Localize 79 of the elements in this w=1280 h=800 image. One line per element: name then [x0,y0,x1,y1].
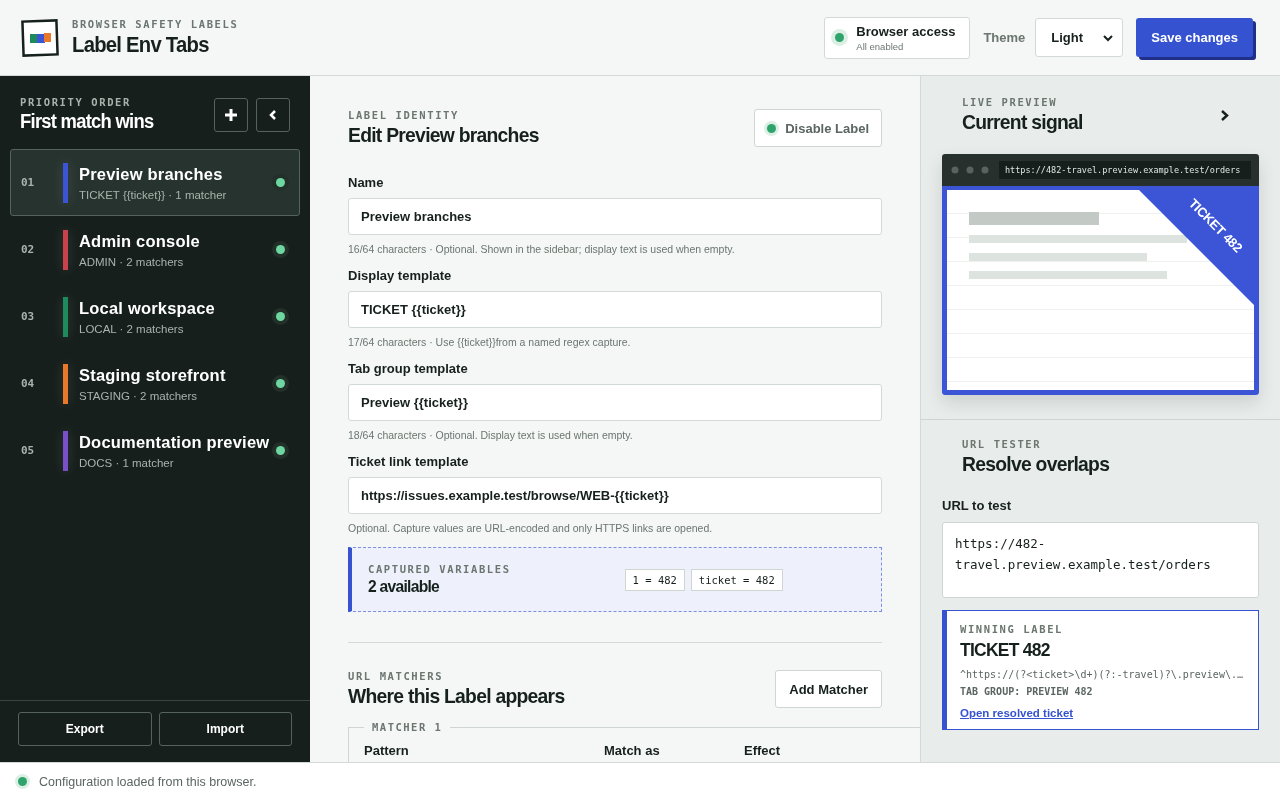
save-button[interactable]: Save changes [1136,18,1253,57]
section-title: Resolve overlaps [962,452,1111,476]
label-detail: ADMIN · 2 matchers [79,255,185,268]
panel-eyebrow: CAPTURED VARIABLES [368,562,511,575]
card-title: TICKET 482 [960,639,1051,661]
access-label: Browser access [856,23,956,39]
label-name: Preview branches [79,164,224,184]
priority-number: 01 [21,176,36,189]
field-hint: Optional. Capture values are URL-encoded and only HTTPS links are opened. [348,522,714,534]
url-textarea[interactable]: https://482-travel.preview.example.test/orders [942,522,1259,598]
collapse-button[interactable] [256,97,290,132]
label-name: Local workspace [79,298,216,318]
label-item[interactable]: 05 Documentation preview DOCS · 1 matcher [10,417,300,484]
input-field[interactable]: https://issues.example.test/browse/WEB-{{ticket}} [348,477,882,514]
input-field[interactable]: Preview branches [348,198,882,235]
section-title: Current signal [962,110,1083,134]
plus-icon [224,107,238,122]
card-eyebrow: WINNING LABEL [960,623,1064,635]
status-message: Configuration loaded from this browser. [39,774,257,789]
field-hint: 17/64 characters · Use {{ticket}}from a named regex capture. [348,336,632,348]
disable-button[interactable]: Disable Label [754,109,882,147]
field-hint: 18/64 characters · Optional. Display text is used when empty. [348,429,634,441]
chevron-down-icon [1102,33,1115,42]
footer-button[interactable]: Import [158,712,292,746]
section-eyebrow: LABEL IDENTITY [348,109,460,121]
priority-number: 02 [21,243,36,256]
tab-group-text: TAB GROUP: PREVIEW 482 [960,686,1094,697]
field-label: URL to test [942,498,1013,513]
label-detail: TICKET {{ticket}} · 1 matcher [79,188,228,201]
label-name: Admin console [79,231,201,251]
label-detail: DOCS · 1 matcher [79,456,175,469]
input-field[interactable]: TICKET {{ticket}} [348,291,882,328]
chevron-right-icon[interactable] [1220,108,1229,122]
label-item[interactable]: 02 Admin console ADMIN · 2 matchers [10,216,300,283]
priority-number: 03 [21,310,36,323]
label-name: Staging storefront [79,365,227,385]
section-eyebrow: PRIORITY ORDER [20,96,132,108]
add-button[interactable] [214,97,248,132]
section-title: Edit Preview branches [348,123,539,147]
app-title: Label Env Tabs [72,31,210,58]
variable-chip: 1 = 482 [624,568,685,591]
field-hint: 16/64 characters · Optional. Shown in the sidebar; display text is used when empty. [348,243,736,255]
section-title: Where this Label appears [348,684,565,708]
column-header: Effect [744,743,782,758]
field-label: Name [348,175,385,190]
priority-number: 05 [21,444,36,457]
access-detail: All enabled [856,40,905,52]
section-eyebrow: LIVE PREVIEW [962,96,1059,108]
label-item[interactable]: 01 Preview branches TICKET {{ticket}} · 1 matcher [10,149,300,216]
window-dots-icon [951,166,989,174]
footer-button[interactable]: Export [18,712,152,746]
address-bar: https://482-travel.preview.example.test/orders [999,161,1251,179]
column-header: Pattern [364,743,410,758]
label-item[interactable]: 03 Local workspace LOCAL · 2 matchers [10,283,300,350]
label-name: Documentation preview [79,432,271,452]
app-eyebrow: BROWSER SAFETY LABELS [72,17,239,30]
section-eyebrow: URL TESTER [962,438,1043,450]
field-label: Tab group template [348,361,469,376]
input-field[interactable]: Preview {{ticket}} [348,384,882,421]
column-header: Match as [604,743,661,758]
ticket-link[interactable]: Open resolved ticket [960,707,1074,719]
label-item[interactable]: 04 Staging storefront STAGING · 2 matchers [10,350,300,417]
variable-chip: ticket = 482 [690,568,783,591]
label-detail: LOCAL · 2 matchers [79,322,185,335]
field-label: Ticket link template [348,454,470,469]
status-dot [767,123,777,133]
regex-pattern: ^https://(?<ticket>\d+)(?:-travel)?\.preview\.… [960,669,1244,680]
section-title: First match wins [20,110,154,133]
theme-select[interactable]: Light [1035,18,1124,57]
field-label: Display template [348,268,453,283]
section-eyebrow: URL MATCHERS [348,670,445,682]
chevron-left-icon [268,108,278,121]
matcher-legend: MATCHER 1 [364,721,451,733]
priority-number: 04 [21,377,36,390]
logo-icon [21,18,59,57]
add-matcher-button[interactable]: Add Matcher [775,670,882,708]
label-detail: STAGING · 2 matchers [79,389,198,402]
panel-title: 2 available [368,576,441,597]
theme-label: Theme [983,30,1026,45]
